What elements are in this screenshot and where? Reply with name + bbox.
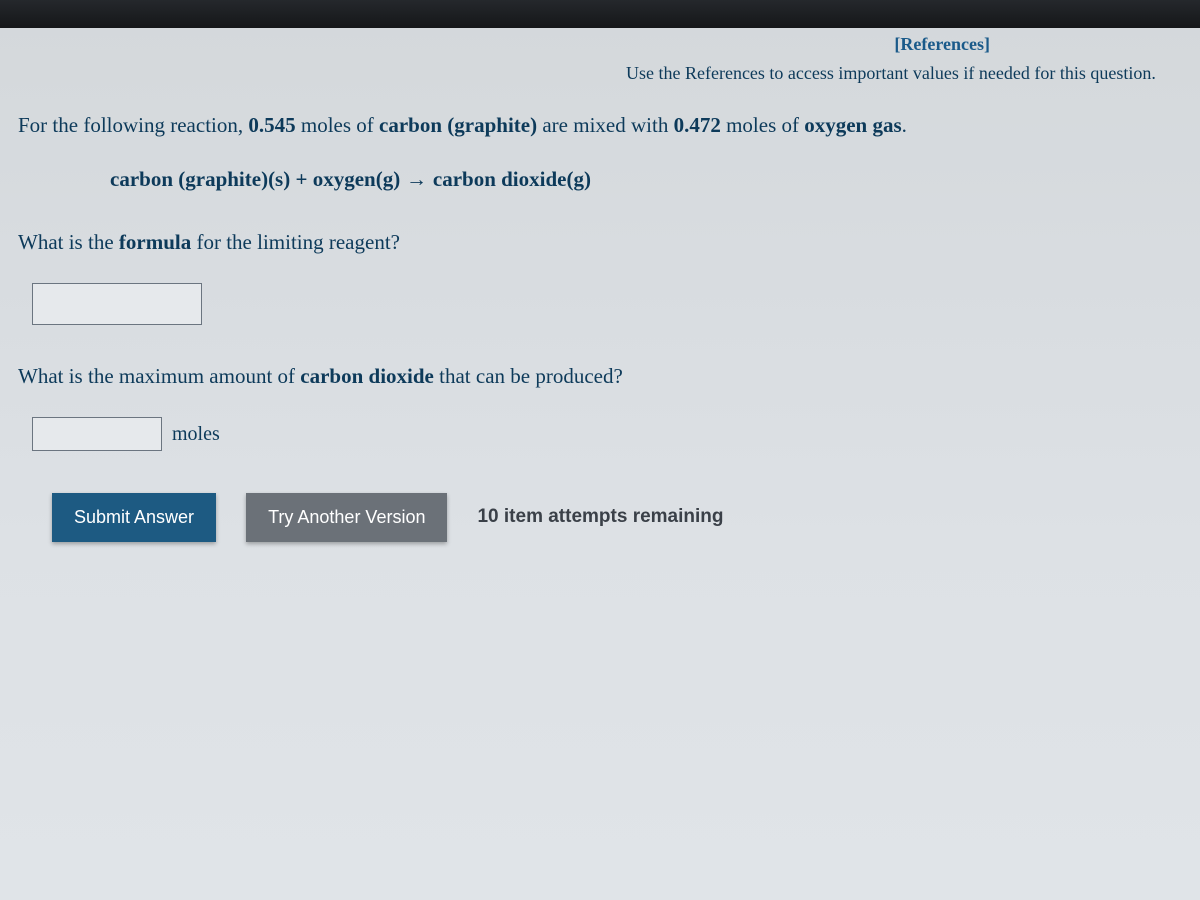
moles-oxygen-value: 0.472 <box>674 113 721 137</box>
intro-mid2: are mixed with <box>537 113 673 137</box>
eq-rhs: carbon dioxide(g) <box>433 167 591 191</box>
intro-suffix: . <box>902 113 907 137</box>
q1-suffix: for the limiting reagent? <box>191 230 400 254</box>
co2-amount-input[interactable] <box>32 417 162 451</box>
limiting-reagent-input[interactable] <box>32 283 202 325</box>
question-1-text: What is the formula for the limiting rea… <box>18 225 1182 261</box>
reactant2-name: oxygen gas <box>804 113 901 137</box>
try-another-version-button[interactable]: Try Another Version <box>246 493 447 542</box>
answer-1-row <box>18 283 1182 325</box>
q2-suffix: that can be produced? <box>434 364 623 388</box>
answer-2-row: moles <box>18 417 1182 451</box>
question-content: For the following reaction, 0.545 moles … <box>0 108 1200 542</box>
action-row: Submit Answer Try Another Version 10 ite… <box>18 493 1182 542</box>
q2-prefix: What is the maximum amount of <box>18 364 300 388</box>
arrow-icon: → <box>400 168 433 191</box>
intro-mid3: moles of <box>721 113 804 137</box>
intro-prefix: For the following reaction, <box>18 113 248 137</box>
q1-prefix: What is the <box>18 230 119 254</box>
references-row: [References] <box>0 28 1200 59</box>
problem-intro: For the following reaction, 0.545 moles … <box>18 108 1182 144</box>
question-2-text: What is the maximum amount of carbon dio… <box>18 359 1182 395</box>
moles-carbon-value: 0.545 <box>248 113 295 137</box>
unit-label-moles: moles <box>172 417 220 451</box>
window-top-bar <box>0 0 1200 28</box>
eq-lhs1: carbon (graphite)(s) <box>110 167 290 191</box>
eq-lhs2: oxygen(g) <box>313 167 401 191</box>
q2-bold: carbon dioxide <box>300 364 434 388</box>
attempts-remaining-label: 10 item attempts remaining <box>477 501 723 533</box>
references-hint: Use the References to access important v… <box>0 59 1200 108</box>
q1-bold: formula <box>119 230 191 254</box>
reaction-equation: carbon (graphite)(s) + oxygen(g) → carbo… <box>18 162 1182 198</box>
reactant1-name: carbon (graphite) <box>379 113 537 137</box>
intro-mid1: moles of <box>296 113 379 137</box>
references-link[interactable]: [References] <box>894 34 990 54</box>
submit-answer-button[interactable]: Submit Answer <box>52 493 216 542</box>
eq-plus: + <box>290 167 312 191</box>
